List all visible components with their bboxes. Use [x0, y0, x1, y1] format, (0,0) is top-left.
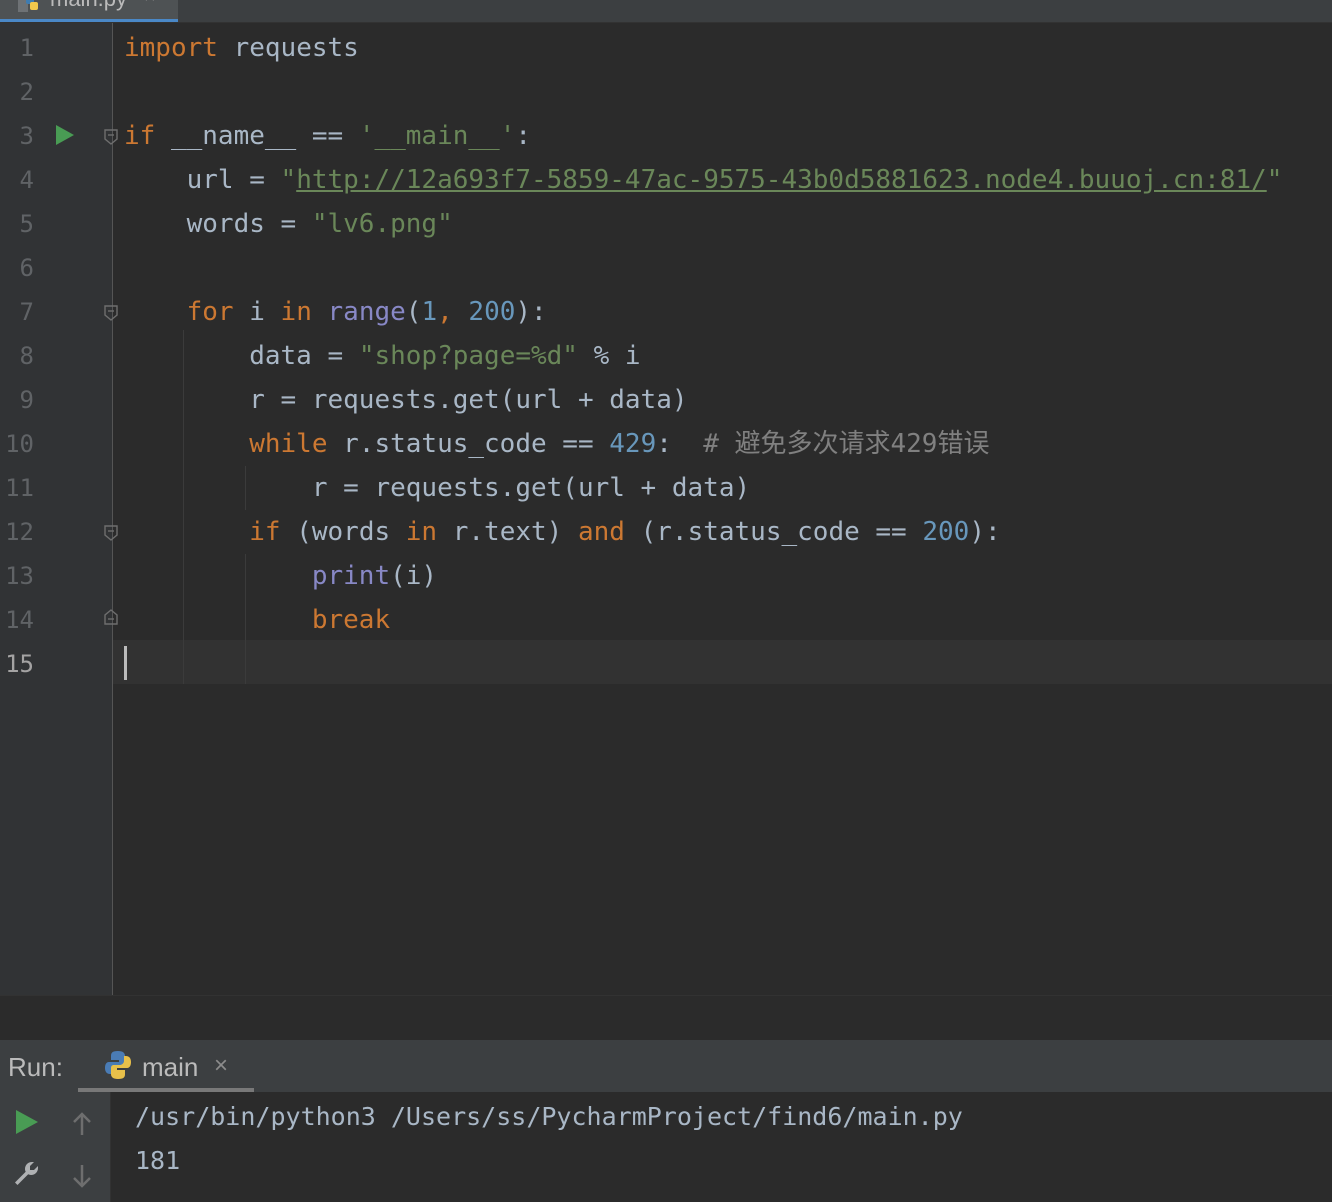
arrow-down-icon[interactable] [68, 1162, 96, 1190]
string-literal: "shop?page=%d" [358, 341, 578, 371]
line-number: 1 [19, 34, 34, 62]
code-text: (i) [390, 561, 438, 591]
fold-marker-icon[interactable] [104, 525, 118, 541]
string-quote: " [1266, 165, 1283, 195]
number-literal: 200 [468, 297, 516, 327]
line-number: 15 [5, 650, 34, 678]
code-text: : [515, 121, 532, 151]
code-line-12: if (words in r.text) and (r.status_code … [124, 510, 1001, 554]
fold-marker-icon[interactable] [104, 305, 118, 321]
text-caret [124, 646, 127, 680]
code-line-9: r = requests.get(url + data) [124, 385, 688, 415]
line-number: 11 [5, 474, 34, 502]
rerun-play-icon[interactable] [12, 1108, 40, 1136]
code-comment: # 避免多次请求429错误 [671, 429, 990, 459]
builtin: range [327, 297, 406, 327]
line-number: 5 [19, 210, 34, 238]
keyword: if [124, 517, 281, 547]
number-literal: 429 [609, 429, 657, 459]
python-file-icon [18, 0, 38, 12]
keyword: if [124, 121, 156, 151]
code-text: r.text) [437, 517, 578, 547]
arrow-up-icon[interactable] [68, 1110, 96, 1138]
code-text: i [233, 297, 281, 327]
code-text: % i [577, 341, 641, 371]
line-number: 2 [19, 78, 34, 106]
code-text: ): [515, 297, 547, 327]
keyword: in [405, 517, 438, 547]
current-line-highlight [113, 640, 1332, 684]
run-toolbar [0, 1092, 111, 1202]
editor-tab-bar: main.py × [0, 0, 1332, 23]
panel-divider[interactable] [0, 995, 1332, 1041]
console-output[interactable]: /usr/bin/python3 /Users/ss/PycharmProjec… [111, 1092, 1332, 1202]
line-number: 9 [19, 386, 34, 414]
keyword: import [124, 33, 218, 63]
python-icon [105, 1051, 131, 1079]
code-text: requests [217, 33, 359, 63]
tab-main-py[interactable]: main.py × [0, 0, 178, 22]
code-line-3: if __name__ == '__main__': [124, 114, 531, 158]
url-link[interactable]: http://12a693f7-5859-47ac-9575-43b0d5881… [296, 165, 1267, 195]
keyword: for [124, 297, 234, 327]
code-text: , [437, 297, 469, 327]
gutter-separator [112, 23, 113, 995]
line-number: 7 [19, 298, 34, 326]
tab-label: main.py [50, 0, 127, 12]
code-line-8: data = "shop?page=%d" % i [124, 334, 641, 378]
run-panel-header: Run: main × [0, 1040, 1332, 1092]
line-number: 12 [5, 518, 34, 546]
keyword: in [280, 297, 312, 327]
run-panel-title: Run: [8, 1052, 63, 1082]
builtin: print [124, 561, 391, 591]
code-line-13: print(i) [124, 554, 437, 598]
code-line-1: import requests [124, 26, 359, 70]
tab-close-icon[interactable]: × [144, 0, 156, 9]
code-text: r.status_code == [327, 429, 610, 459]
code-text: __name__ == [155, 121, 359, 151]
code-text: data = [124, 341, 359, 371]
code-text: ): [969, 517, 1001, 547]
code-text: words = [124, 209, 312, 239]
keyword: while [124, 429, 328, 459]
string-literal: "lv6.png" [311, 209, 453, 239]
number-literal: 200 [922, 517, 970, 547]
string-literal: '__main__' [358, 121, 516, 151]
code-line-4: url = "http://12a693f7-5859-47ac-9575-43… [124, 158, 1283, 202]
line-number: 14 [5, 606, 34, 634]
run-gutter-play-icon[interactable] [56, 125, 74, 145]
code-text: (words [280, 517, 406, 547]
keyword: break [124, 605, 391, 635]
line-number: 3 [19, 122, 34, 150]
code-line-14: break [124, 598, 390, 642]
line-number: 10 [5, 430, 34, 458]
number-literal: 1 [421, 297, 438, 327]
run-tab-close-icon[interactable]: × [214, 1052, 228, 1080]
line-number: 8 [19, 342, 34, 370]
code-editor[interactable]: 1 2 3 4 5 6 7 8 9 10 11 12 13 14 15 impo… [0, 23, 1332, 995]
code-text: (r.status_code == [624, 517, 923, 547]
wrench-icon[interactable] [12, 1160, 40, 1188]
line-number: 13 [5, 562, 34, 590]
fold-end-marker-icon[interactable] [104, 609, 118, 625]
code-text: url = [124, 165, 281, 195]
string-quote: " [280, 165, 297, 195]
console-line: /usr/bin/python3 /Users/ss/PycharmProjec… [135, 1102, 963, 1131]
run-tab-main[interactable]: main × [78, 1040, 254, 1092]
code-line-7: for i in range(1, 200): [124, 290, 547, 334]
line-number: 6 [19, 254, 34, 282]
console-line: 181 [135, 1146, 181, 1175]
fold-marker-icon[interactable] [104, 129, 118, 145]
code-line-5: words = "lv6.png" [124, 202, 453, 246]
code-text: : [656, 429, 672, 459]
active-tab-indicator [0, 19, 178, 22]
run-tab-label: main [142, 1052, 199, 1082]
code-text: ( [405, 297, 422, 327]
code-line-11: r = requests.get(url + data) [124, 473, 751, 503]
code-line-10: while r.status_code == 429: # 避免多次请求429错… [124, 422, 989, 466]
keyword: and [577, 517, 625, 547]
line-number: 4 [19, 166, 34, 194]
